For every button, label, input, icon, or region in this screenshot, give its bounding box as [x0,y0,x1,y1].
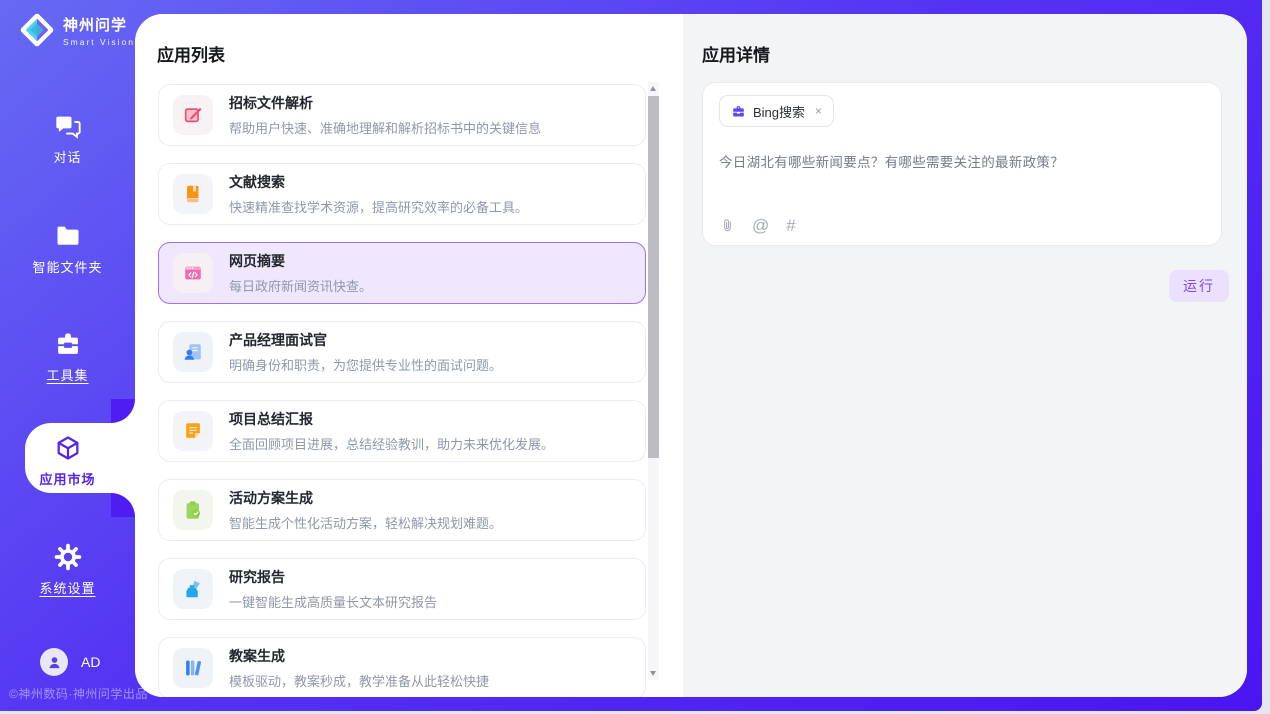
hashtag-icon[interactable]: # [786,217,795,234]
avatar [40,648,68,676]
app-name: 产品经理面试官 [229,330,502,350]
sidebar-item-label: 对话 [0,147,135,166]
brand-name: 神州问学 [63,14,135,35]
books-icon [173,648,213,688]
sidebar: 神州问学 Smart Vision 对话 智能文件夹 工具集 应用市场 [0,0,135,711]
tool-chip-label: Bing搜索 [753,102,805,121]
brand-logo: 神州问学 Smart Vision [18,11,135,49]
app-detail-title: 应用详情 [702,41,770,66]
app-card-research-report[interactable]: 研究报告 一键智能生成高质量长文本研究报告 [158,558,646,620]
app-card-event-plan-generator[interactable]: 活动方案生成 智能生成个性化活动方案，轻松解决规划难题。 [158,479,646,541]
app-list-title: 应用列表 [157,41,225,66]
app-name: 网页摘要 [229,251,372,271]
run-button[interactable]: 运行 [1169,270,1229,302]
app-description: 每日政府新闻资讯快查。 [229,276,372,295]
app-description: 帮助用户快速、准确地理解和解析招标书中的关键信息 [229,118,541,137]
sticky-note-icon [173,411,213,451]
app-description: 模板驱动，教案秒成，教学准备从此轻松快捷 [229,671,489,690]
chat-icon [54,112,82,140]
app-card-literature-search[interactable]: 文献搜索 快速精准查找学术资源，提高研究效率的必备工具。 [158,163,646,225]
sidebar-item-smart-folders[interactable]: 智能文件夹 [0,222,135,276]
active-nav-curve-bottom [111,493,135,517]
cube-icon [54,434,82,462]
app-description: 全面回顾项目进展，总结经验教训，助力未来优化发展。 [229,434,554,453]
app-description: 一键智能生成高质量长文本研究报告 [229,592,437,611]
app-card-lesson-plan-generator[interactable]: 教案生成 模板驱动，教案秒成，教学准备从此轻松快捷 [158,637,646,697]
app-name: 项目总结汇报 [229,409,554,429]
app-name: 研究报告 [229,567,437,587]
app-list-scrollbar[interactable] [648,82,659,680]
user-account[interactable]: AD [40,648,100,676]
copyright-text: ©神州数码·神州问学出品 [9,685,148,702]
prompt-text[interactable]: 今日湖北有哪些新闻要点？有哪些需要关注的最新政策？ [719,151,1205,171]
ink-bottle-icon [173,569,213,609]
app-name: 文献搜索 [229,172,528,192]
scrollbar-up-arrow[interactable] [648,82,659,95]
active-nav-curve-top [111,399,135,423]
app-description: 明确身份和职责，为您提供专业性的面试问题。 [229,355,502,374]
attachment-toolbar: @ # [720,217,796,234]
gear-icon [54,543,82,571]
toolbox-icon [54,330,82,358]
tool-chip-bing-search[interactable]: Bing搜索 × [719,95,834,127]
book-icon [173,174,213,214]
sidebar-item-app-market[interactable]: 应用市场 [0,434,135,488]
scrollbar-thumb[interactable] [648,96,659,458]
chip-remove-icon[interactable]: × [815,104,822,118]
brand-subtitle: Smart Vision [63,37,135,47]
app-description: 快速精准查找学术资源，提高研究效率的必备工具。 [229,197,528,216]
app-name: 教案生成 [229,646,489,666]
briefcase-icon [731,104,746,119]
sidebar-item-chat[interactable]: 对话 [0,112,135,166]
main-content: 应用列表 招标文件解析 帮助用户快速、准确地理解和解析招标书中的关键信息 [135,14,1247,697]
app-description: 智能生成个性化活动方案，轻松解决规划难题。 [229,513,502,532]
sidebar-item-label: 智能文件夹 [0,257,135,276]
app-detail-panel: 应用详情 Bing搜索 × 今日湖北有哪些新闻要点？有哪些需要关注的最新政策？ … [683,14,1247,697]
folder-icon [54,222,82,250]
sidebar-item-system-settings[interactable]: 系统设置 [0,543,135,597]
app-card-list: 招标文件解析 帮助用户快速、准确地理解和解析招标书中的关键信息 文献搜索 快速精… [158,84,646,697]
app-card-pm-interviewer[interactable]: 产品经理面试官 明确身份和职责，为您提供专业性的面试问题。 [158,321,646,383]
clipboard-check-icon [173,490,213,530]
paperclip-icon[interactable] [720,217,735,234]
sidebar-item-label: 系统设置 [0,578,135,597]
prompt-input-card[interactable]: Bing搜索 × 今日湖北有哪些新闻要点？有哪些需要关注的最新政策？ @ # [702,82,1222,246]
app-name: 招标文件解析 [229,93,541,113]
app-card-bid-document-parsing[interactable]: 招标文件解析 帮助用户快速、准确地理解和解析招标书中的关键信息 [158,84,646,146]
app-card-project-summary[interactable]: 项目总结汇报 全面回顾项目进展，总结经验教训，助力未来优化发展。 [158,400,646,462]
browser-code-icon [173,253,213,293]
sidebar-item-label: 工具集 [0,365,135,384]
user-icon [47,655,62,670]
app-list-panel: 应用列表 招标文件解析 帮助用户快速、准确地理解和解析招标书中的关键信息 [135,14,683,697]
sidebar-item-label: 应用市场 [0,469,135,488]
mention-icon[interactable]: @ [752,217,769,234]
pen-square-icon [173,95,213,135]
interview-doc-icon [173,332,213,372]
sidebar-item-toolset[interactable]: 工具集 [0,330,135,384]
user-initials: AD [81,654,100,670]
app-name: 活动方案生成 [229,488,502,508]
app-card-webpage-summary[interactable]: 网页摘要 每日政府新闻资讯快查。 [158,242,646,304]
scrollbar-down-arrow[interactable] [648,667,659,680]
diamond-logo-icon [18,11,56,49]
